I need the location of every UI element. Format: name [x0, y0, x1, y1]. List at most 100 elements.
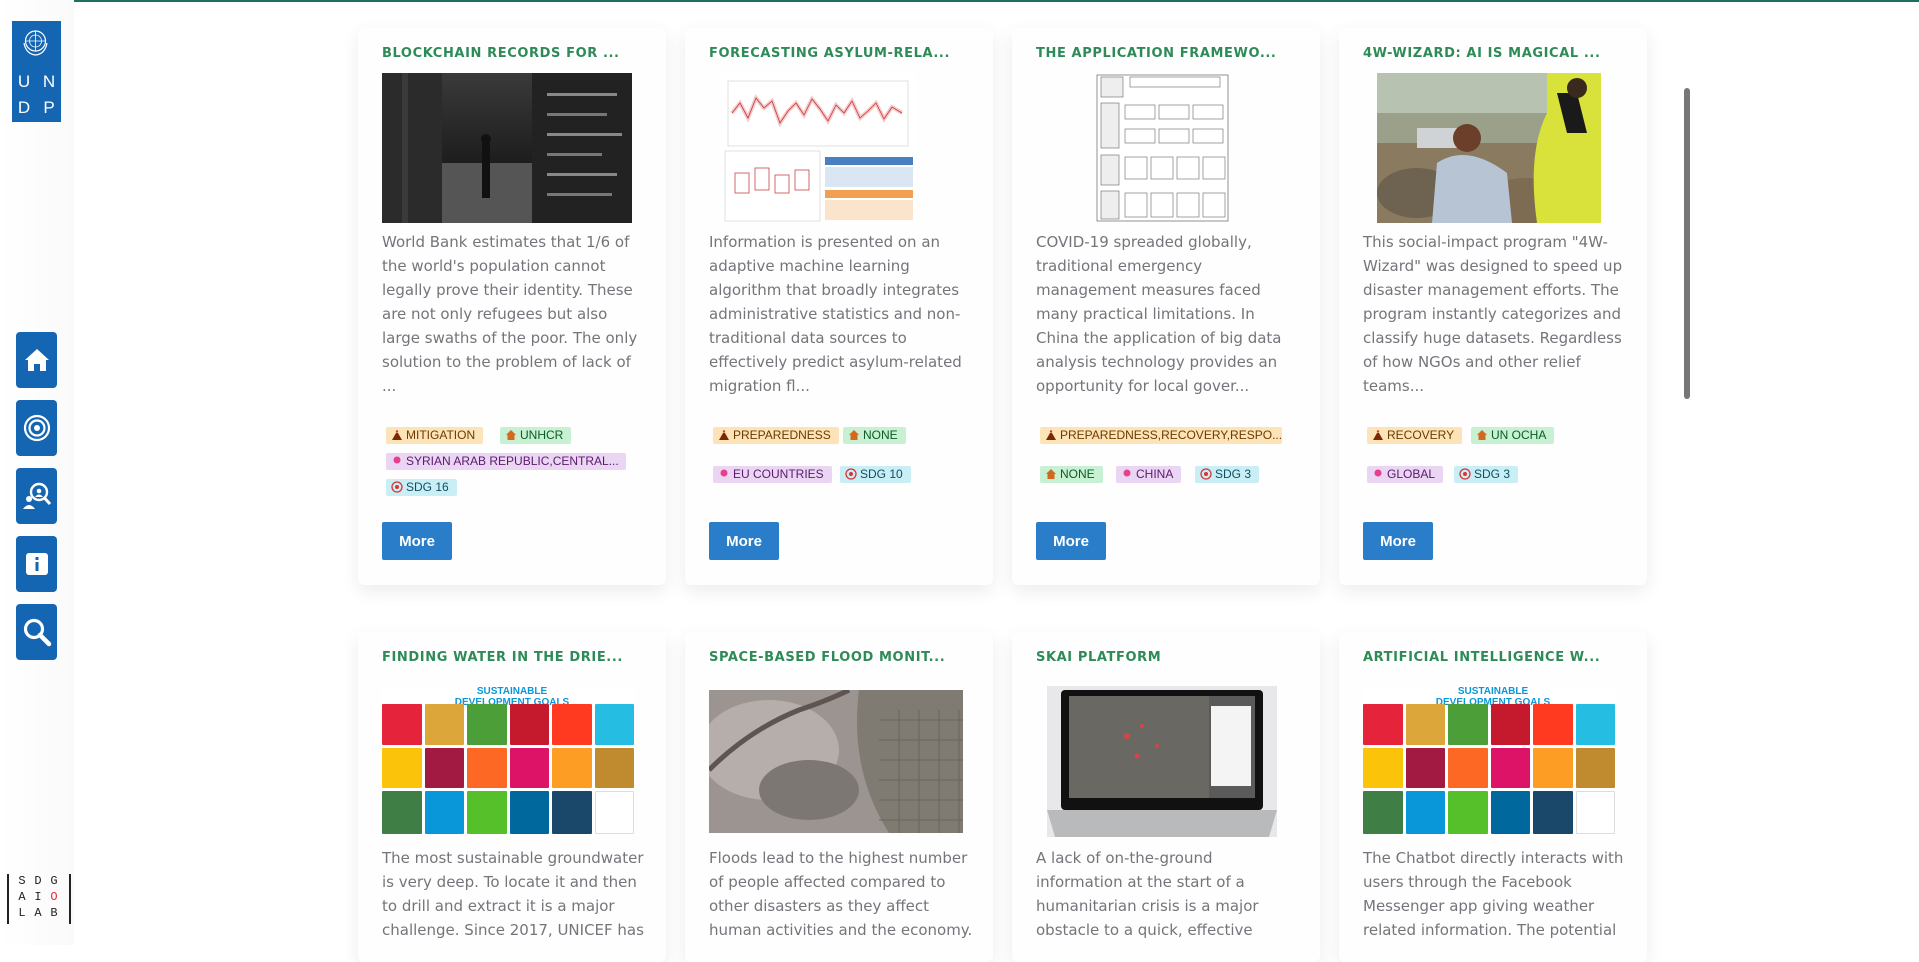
sdg-goals-grid — [382, 704, 634, 834]
sdg-goal-tile — [1363, 747, 1403, 789]
sdg-goal-tile — [1363, 704, 1403, 745]
nav-target-button[interactable] — [16, 400, 57, 456]
sdg-goal-tile — [1448, 791, 1488, 834]
card-title[interactable]: SKAI PLATFORM — [1036, 650, 1306, 665]
project-card: FINDING WATER IN THE DRIE... SUSTAINABLE… — [358, 632, 666, 962]
card-title[interactable]: THE APPLICATION FRAMEWO... — [1036, 46, 1306, 61]
card-image: SUSTAINABLE DEVELOPMENT GOALS — [382, 686, 634, 836]
sdg-goal-tile — [509, 791, 549, 834]
sdg-poster-header: SUSTAINABLE DEVELOPMENT GOALS — [454, 686, 570, 708]
tag-label: UN OCHA — [1491, 428, 1547, 442]
card-title[interactable]: ARTIFICIAL INTELLIGENCE W... — [1363, 650, 1633, 665]
card-description: The most sustainable groundwater is very… — [382, 849, 644, 939]
more-button[interactable]: More — [1036, 522, 1106, 560]
sdg-goal-tile — [382, 747, 422, 789]
tag-label: RECOVERY — [1387, 428, 1455, 442]
tag-label: MITIGATION — [406, 428, 476, 442]
sdg-goal-tile — [552, 704, 592, 745]
card-title[interactable]: FINDING WATER IN THE DRIE... — [382, 650, 652, 665]
sdg-goal-tile — [1533, 704, 1573, 745]
sdg-goal-tile — [1575, 791, 1615, 834]
more-button[interactable]: More — [709, 522, 779, 560]
tag-sdg[interactable]: SDG 3 — [1195, 466, 1260, 483]
location-pin-icon — [1374, 469, 1382, 477]
card-title[interactable]: FORECASTING ASYLUM-RELA... — [709, 46, 979, 61]
project-card: SKAI PLATFORM A lack of on-the-ground in… — [1012, 632, 1320, 962]
card-title[interactable]: BLOCKCHAIN RECORDS FOR ... — [382, 46, 652, 61]
tag-location[interactable]: CHINA — [1116, 466, 1182, 483]
volcano-icon — [719, 430, 729, 440]
sdg-lab-letter: A — [18, 890, 26, 904]
tag-organization[interactable]: UN OCHA — [1471, 427, 1555, 444]
sdg-lab-letter: B — [50, 906, 58, 920]
sdg-goal-tile — [1448, 747, 1488, 789]
sdg-goal-tile — [594, 747, 634, 789]
target-small-icon — [1200, 468, 1212, 480]
tag-sdg[interactable]: SDG 10 — [840, 466, 911, 483]
undp-letter: D — [17, 98, 31, 117]
tag-phase[interactable]: RECOVERY — [1367, 427, 1463, 444]
sdg-goals-grid — [1363, 704, 1615, 834]
tag-location[interactable]: EU COUNTRIES — [713, 466, 832, 483]
tag-label: UNHCR — [520, 428, 564, 442]
sdg-ai-lab-logo[interactable]: S D G A I O L A B — [7, 874, 71, 924]
volcano-icon — [392, 430, 402, 440]
tag-label: SDG 3 — [1215, 467, 1252, 481]
tag-phase[interactable]: PREPAREDNESS — [713, 427, 839, 444]
tag-organization[interactable]: NONE — [843, 427, 906, 444]
card-image — [720, 73, 916, 223]
nav-explore-button[interactable] — [16, 468, 57, 524]
sdg-lab-letter: G — [50, 874, 58, 888]
project-card: BLOCKCHAIN RECORDS FOR ... World Bank es… — [358, 28, 666, 585]
more-button[interactable]: More — [382, 522, 452, 560]
card-description: The Chatbot directly interacts with user… — [1363, 849, 1624, 939]
nav-search-button[interactable] — [16, 604, 57, 660]
tag-label: NONE — [863, 428, 898, 442]
sdg-goal-tile — [1405, 791, 1445, 834]
tag-label: PREPAREDNESS — [733, 428, 831, 442]
tag-organization[interactable]: NONE — [1040, 466, 1103, 483]
tag-label: SDG 3 — [1474, 467, 1511, 481]
framework-diagram-thumbnail — [1096, 74, 1229, 222]
sdg-goal-tile — [1405, 704, 1445, 745]
sdg-goal-tile — [1490, 704, 1530, 745]
sdg-goal-tile — [382, 791, 422, 834]
tag-label: NONE — [1060, 467, 1095, 481]
sdg-goal-tile — [382, 704, 422, 745]
sdg-goal-tile — [552, 747, 592, 789]
tag-label: SDG 10 — [860, 467, 903, 481]
tag-sdg[interactable]: SDG 16 — [386, 479, 457, 496]
location-pin-icon — [393, 456, 401, 464]
tag-phase[interactable]: PREPAREDNESS,RECOVERY,RESPO... — [1040, 427, 1282, 444]
undp-logo[interactable]: U N D P — [12, 21, 61, 122]
tag-label: GLOBAL — [1387, 467, 1436, 481]
sdg-lab-letter: I — [34, 890, 42, 904]
home-small-icon — [1477, 430, 1487, 440]
sdg-goal-tile — [1533, 791, 1573, 834]
tag-label: CHINA — [1136, 467, 1174, 481]
blockchain-photo — [382, 73, 632, 223]
sdg-goal-tile — [1405, 747, 1445, 789]
tag-sdg[interactable]: SDG 3 — [1454, 466, 1519, 483]
laptop-map-photo — [1047, 686, 1277, 837]
volcano-icon — [1046, 430, 1056, 440]
card-image: SUSTAINABLE DEVELOPMENT GOALS — [1363, 686, 1615, 836]
tag-phase[interactable]: MITIGATION — [386, 427, 484, 444]
tag-organization[interactable]: UNHCR — [500, 427, 572, 444]
sdg-goal-tile — [467, 747, 507, 789]
tag-label: SYRIAN ARAB REPUBLIC,CENTRAL... — [406, 454, 619, 468]
nav-info-button[interactable] — [16, 536, 57, 592]
tag-label: SDG 16 — [406, 480, 449, 494]
scrollbar-thumb[interactable] — [1684, 88, 1690, 399]
home-small-icon — [506, 430, 516, 440]
tag-location[interactable]: SYRIAN ARAB REPUBLIC,CENTRAL... — [386, 453, 626, 470]
card-title[interactable]: 4W-WIZARD: AI IS MAGICAL ... — [1363, 46, 1633, 61]
top-accent-line — [0, 0, 1919, 2]
sidebar: U N D P S D G A I O L A B — [0, 0, 74, 945]
satellite-flood-image — [709, 690, 963, 833]
card-title[interactable]: SPACE-BASED FLOOD MONIT... — [709, 650, 979, 665]
home-small-icon — [1046, 469, 1056, 479]
tag-location[interactable]: GLOBAL — [1367, 466, 1444, 483]
more-button[interactable]: More — [1363, 522, 1433, 560]
nav-home-button[interactable] — [16, 332, 57, 388]
